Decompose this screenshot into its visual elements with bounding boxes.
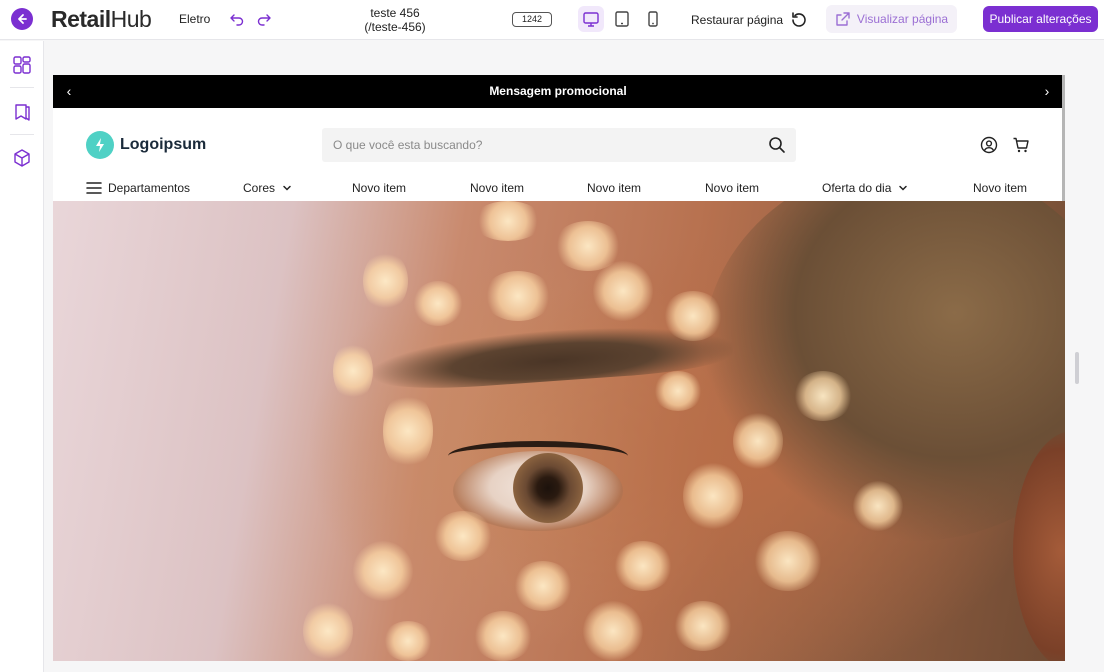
- hero-banner-image[interactable]: [53, 201, 1065, 661]
- light-spot: [673, 601, 733, 651]
- preview-page-button[interactable]: Visualizar página: [826, 5, 957, 33]
- mobile-view-button[interactable]: [640, 6, 666, 32]
- nav-item-label: Novo item: [470, 181, 525, 195]
- undo-icon[interactable]: [228, 10, 246, 28]
- tablet-view-button[interactable]: [609, 6, 635, 32]
- light-spot: [363, 251, 408, 311]
- light-spot: [663, 291, 723, 341]
- rail-divider: [10, 134, 34, 135]
- light-spot: [613, 541, 673, 591]
- search-icon[interactable]: [768, 136, 786, 154]
- light-spot: [513, 561, 573, 611]
- menu-icon: [86, 182, 102, 194]
- nav-item-label: Oferta do dia: [822, 181, 892, 195]
- cart-icon[interactable]: [1012, 136, 1030, 154]
- light-spot: [353, 541, 413, 601]
- light-spot: [733, 411, 783, 471]
- site-nav: Departamentos Cores Novo item Novo item …: [53, 177, 1063, 201]
- cube-icon[interactable]: [11, 147, 33, 169]
- light-spot: [383, 391, 433, 471]
- site-logo[interactable]: Logoipsum: [86, 131, 206, 159]
- light-spot: [853, 481, 903, 531]
- light-spot: [473, 611, 533, 661]
- nav-item-label: Novo item: [587, 181, 642, 195]
- light-spot: [413, 281, 463, 326]
- redo-icon[interactable]: [255, 10, 273, 28]
- restore-icon: [792, 12, 806, 27]
- light-spot: [433, 511, 493, 561]
- light-spot: [793, 371, 853, 421]
- chevron-down-icon: [899, 185, 908, 191]
- nav-item-cores[interactable]: Cores: [243, 181, 293, 195]
- promo-message: Mensagem promocional: [489, 84, 627, 98]
- search-input[interactable]: [322, 128, 762, 162]
- publish-button[interactable]: Publicar alterações: [983, 6, 1098, 32]
- preview-label: Visualizar página: [856, 12, 949, 26]
- restore-label: Restaurar página: [691, 13, 784, 27]
- back-button[interactable]: [11, 8, 33, 30]
- desktop-view-button[interactable]: [578, 6, 604, 32]
- restore-page-button[interactable]: Restaurar página: [691, 10, 809, 30]
- nav-item-label: Cores: [243, 181, 276, 195]
- editor-toolbar: RetailHub Eletro teste 456 (/teste-456) …: [0, 0, 1104, 40]
- nav-item-label: Novo item: [973, 181, 1028, 195]
- viewport-width-badge: 1242: [512, 12, 552, 27]
- page-canvas: ‹ Mensagem promocional › Logoipsum Depar…: [53, 75, 1065, 661]
- logo-text: Logoipsum: [120, 136, 207, 153]
- light-spot: [303, 601, 353, 661]
- light-spot: [473, 201, 543, 241]
- layout-grid-icon[interactable]: [11, 54, 33, 76]
- light-spot: [653, 371, 703, 411]
- light-spot: [333, 341, 373, 401]
- nav-item[interactable]: Novo item: [587, 181, 641, 195]
- nav-item[interactable]: Novo item: [470, 181, 524, 195]
- page-slug: (/teste-456): [364, 20, 426, 34]
- nav-item[interactable]: Novo item: [705, 181, 759, 195]
- nav-item[interactable]: Novo item: [352, 181, 406, 195]
- tablet-icon: [615, 11, 629, 27]
- user-icon[interactable]: [980, 136, 998, 154]
- site-search: [322, 128, 796, 162]
- page-title: teste 456: [370, 6, 420, 20]
- light-spot: [383, 621, 433, 661]
- editor-scroll-handle[interactable]: [1075, 352, 1079, 384]
- hero-iris: [513, 453, 583, 523]
- lightning-logo-icon: [86, 131, 114, 159]
- light-spot: [753, 531, 823, 591]
- external-link-icon: [836, 12, 850, 26]
- book-icon[interactable]: [11, 101, 33, 123]
- promo-bar: ‹ Mensagem promocional ›: [53, 75, 1063, 108]
- light-spot: [583, 601, 643, 661]
- mobile-icon: [648, 11, 658, 27]
- light-spot: [593, 261, 653, 321]
- nav-item-label: Novo item: [352, 181, 407, 195]
- nav-item-oferta[interactable]: Oferta do dia: [822, 181, 909, 195]
- desktop-icon: [583, 12, 599, 27]
- store-name[interactable]: Eletro: [179, 12, 210, 26]
- retailhub-logo: RetailHub: [51, 6, 152, 32]
- nav-item[interactable]: Novo item: [973, 181, 1027, 195]
- page-info: teste 456 (/teste-456): [340, 6, 450, 34]
- nav-departments[interactable]: Departamentos: [86, 181, 190, 195]
- promo-next-icon[interactable]: ›: [1037, 75, 1057, 108]
- nav-item-label: Novo item: [705, 181, 760, 195]
- rail-divider: [10, 87, 34, 88]
- light-spot: [483, 271, 553, 321]
- light-spot: [683, 461, 743, 531]
- chevron-down-icon: [283, 185, 291, 191]
- nav-departments-label: Departamentos: [108, 181, 191, 195]
- promo-prev-icon[interactable]: ‹: [59, 75, 79, 108]
- arrow-left-icon: [18, 14, 27, 24]
- left-sidebar: [0, 41, 44, 672]
